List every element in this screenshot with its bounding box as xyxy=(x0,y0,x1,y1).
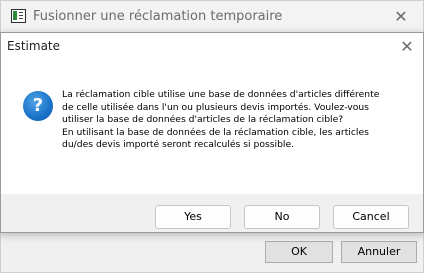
parent-window-title: Fusionner une réclamation temporaire xyxy=(33,9,283,24)
cancel-button[interactable]: Cancel xyxy=(333,205,409,229)
message-line: utiliser la base de données d'articles d… xyxy=(62,114,344,126)
message-line: La réclamation cible utilise une base de… xyxy=(62,89,380,100)
question-icon: ? xyxy=(23,91,53,121)
parent-close-icon[interactable]: ✕ xyxy=(387,5,415,29)
dialog-titlebar: Estimate ✕ xyxy=(1,33,423,61)
message-line: En utilisant la base de données de la ré… xyxy=(62,126,369,138)
estimate-dialog: Estimate ✕ ? La réclamation cible utilis… xyxy=(0,32,424,233)
parent-titlebar: Fusionner une réclamation temporaire ✕ xyxy=(1,1,423,33)
app-icon xyxy=(11,9,26,23)
parent-cancel-button[interactable]: Annuler xyxy=(341,241,417,263)
message-line: du/des devis importé seront recalculés s… xyxy=(62,139,295,151)
yes-button[interactable]: Yes xyxy=(155,205,231,229)
no-button[interactable]: No xyxy=(244,205,320,229)
message-line: de celle utilisée dans l'un ou plusieurs… xyxy=(62,101,369,113)
dialog-title: Estimate xyxy=(7,39,61,53)
dialog-button-bar: Yes No Cancel xyxy=(1,194,423,232)
close-icon[interactable]: ✕ xyxy=(395,35,419,59)
dialog-message: La réclamation cible utilise une base de… xyxy=(62,89,412,152)
parent-ok-button[interactable]: OK xyxy=(265,241,333,263)
